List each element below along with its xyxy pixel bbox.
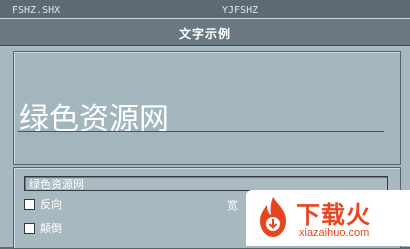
font-file-label-left: FSHZ.SHX — [12, 5, 61, 16]
preview-area: 绿色资源网 — [13, 51, 401, 165]
top-strip: FSHZ.SHX YJFSHZ — [0, 0, 410, 20]
watermark-url: xiazaihuo.com — [299, 227, 370, 239]
reverse-label: 反向 — [40, 198, 62, 211]
upside-down-label: 颠倒 — [40, 222, 62, 235]
reverse-checkbox[interactable] — [24, 198, 35, 210]
width-label: 宽 — [227, 199, 238, 212]
reverse-option[interactable]: 反向 — [24, 196, 62, 212]
dialog-title-bar[interactable]: 文字示例 — [0, 19, 410, 46]
flame-logo-icon — [260, 197, 286, 237]
dialog-title: 文字示例 — [178, 27, 231, 41]
upside-down-checkbox[interactable] — [24, 222, 35, 234]
sample-text-input[interactable]: 绿色资源网 — [24, 176, 388, 191]
preview-baseline — [18, 131, 384, 132]
font-file-label-right: YJFSHZ — [222, 5, 259, 16]
watermark-title: 下载火 — [296, 201, 371, 229]
upside-down-option[interactable]: 颠倒 — [24, 220, 62, 236]
